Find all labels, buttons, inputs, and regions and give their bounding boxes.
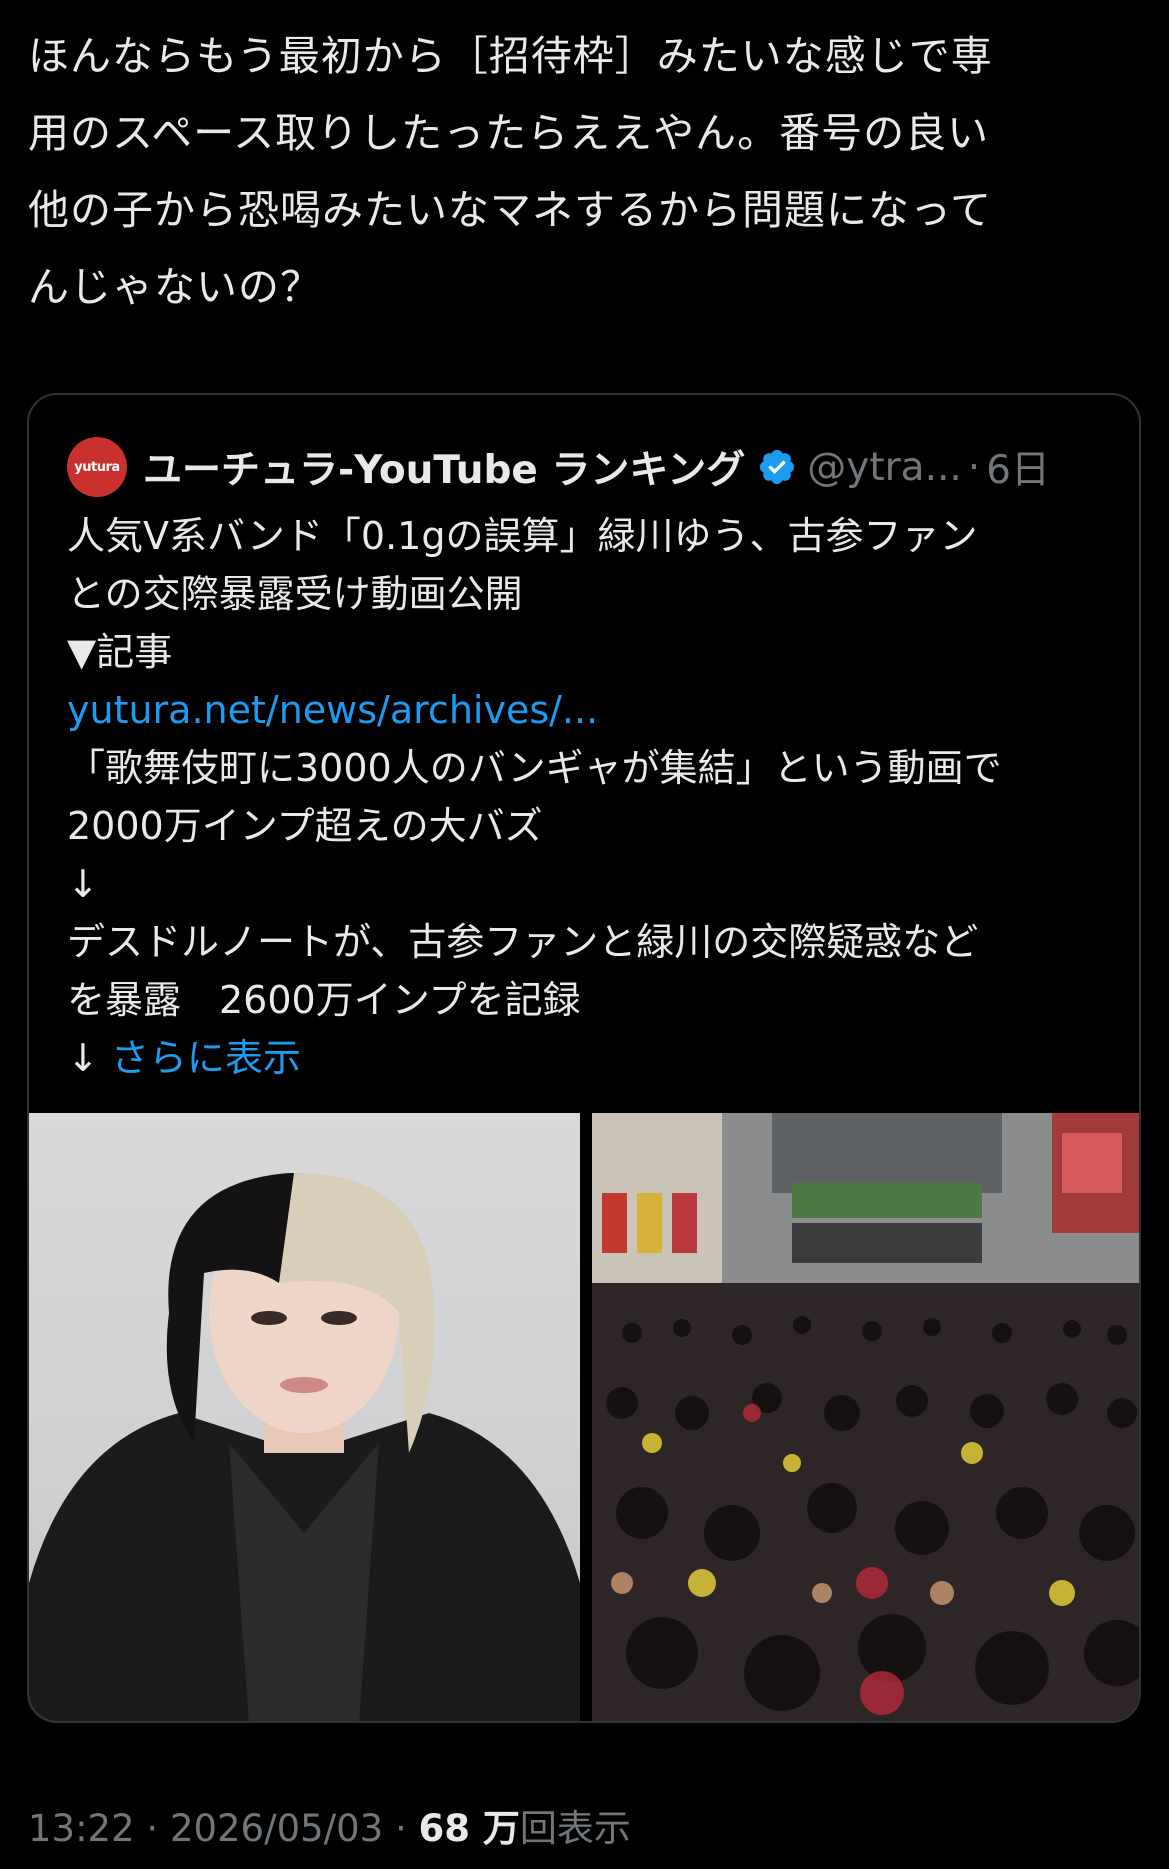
quote-body-line: を暴露 2600万インプを記録: [67, 978, 581, 1022]
tweet-text: ほんならもう最初から［招待枠］みたいな感じで専 用のスペース取りしたったらええや…: [28, 18, 1138, 326]
meta-separator: ·: [394, 1807, 407, 1850]
avatar[interactable]: yutura: [67, 437, 127, 497]
quote-body-line: 人気V系バンド「0.1gの誤算」緑川ゆう、古参ファン: [67, 514, 978, 558]
tweet-time[interactable]: 13:22: [28, 1807, 135, 1850]
quoted-tweet-body: 人気V系バンド「0.1gの誤算」緑川ゆう、古参ファン との交際暴露受け動画公開 …: [67, 507, 1117, 1087]
quote-body-line: との交際暴露受け動画公開: [67, 572, 523, 616]
verified-badge-icon: [760, 449, 795, 485]
display-name[interactable]: ユーチュラ-YouTube ランキング: [143, 439, 745, 495]
quote-body-line: 2000万インプ超えの大バズ: [67, 804, 543, 848]
crowd-photo-illustration: [592, 1113, 1139, 1721]
quote-body-line: デスドルノートが、古参ファンと緑川の交際疑惑など: [67, 920, 979, 964]
tweet-meta: 13:22 · 2026/05/03 · 68 万回表示: [28, 1798, 631, 1852]
article-link[interactable]: yutura.net/news/archives/...: [67, 681, 1117, 739]
quoted-tweet-header: yutura ユーチュラ-YouTube ランキング @ytra... · 6日: [67, 435, 1050, 499]
media-divider: [580, 1113, 592, 1721]
tweet-text-line: んじゃないの？: [28, 263, 322, 311]
tweet-text-line: 他の子から恐喝みたいなマネするから問題になって: [28, 186, 992, 234]
views-count: 68 万: [418, 1807, 520, 1850]
show-more-row: ↓ さらに表示: [67, 1029, 1117, 1087]
tweet-text-line: ほんならもう最初から［招待枠］みたいな感じで専: [28, 32, 993, 80]
post-age[interactable]: 6日: [986, 439, 1050, 495]
show-more-link[interactable]: さらに表示: [111, 1036, 301, 1080]
separator-dot: ·: [967, 444, 981, 490]
tweet-date[interactable]: 2026/05/03: [170, 1807, 383, 1850]
quote-body-line: ↓: [67, 862, 99, 906]
quote-body-line: ▼記事: [67, 630, 173, 674]
down-arrow: ↓: [67, 1036, 111, 1080]
avatar-logo-text: yutura: [74, 459, 120, 475]
meta-separator: ·: [146, 1807, 159, 1850]
views-label: 回表示: [519, 1807, 631, 1850]
portrait-photo-illustration: [29, 1173, 580, 1721]
quote-body-line: 「歌舞伎町に3000人のバンギャが集結」という動画で: [67, 746, 1002, 790]
media-grid: [29, 1113, 1139, 1721]
handle[interactable]: @ytra...: [807, 445, 962, 490]
media-photo-portrait[interactable]: [29, 1113, 580, 1721]
media-photo-crowd[interactable]: [592, 1113, 1139, 1721]
tweet-text-line: 用のスペース取りしたったらええやん。番号の良い: [28, 109, 990, 157]
quoted-tweet-card[interactable]: yutura ユーチュラ-YouTube ランキング @ytra... · 6日…: [27, 393, 1141, 1723]
